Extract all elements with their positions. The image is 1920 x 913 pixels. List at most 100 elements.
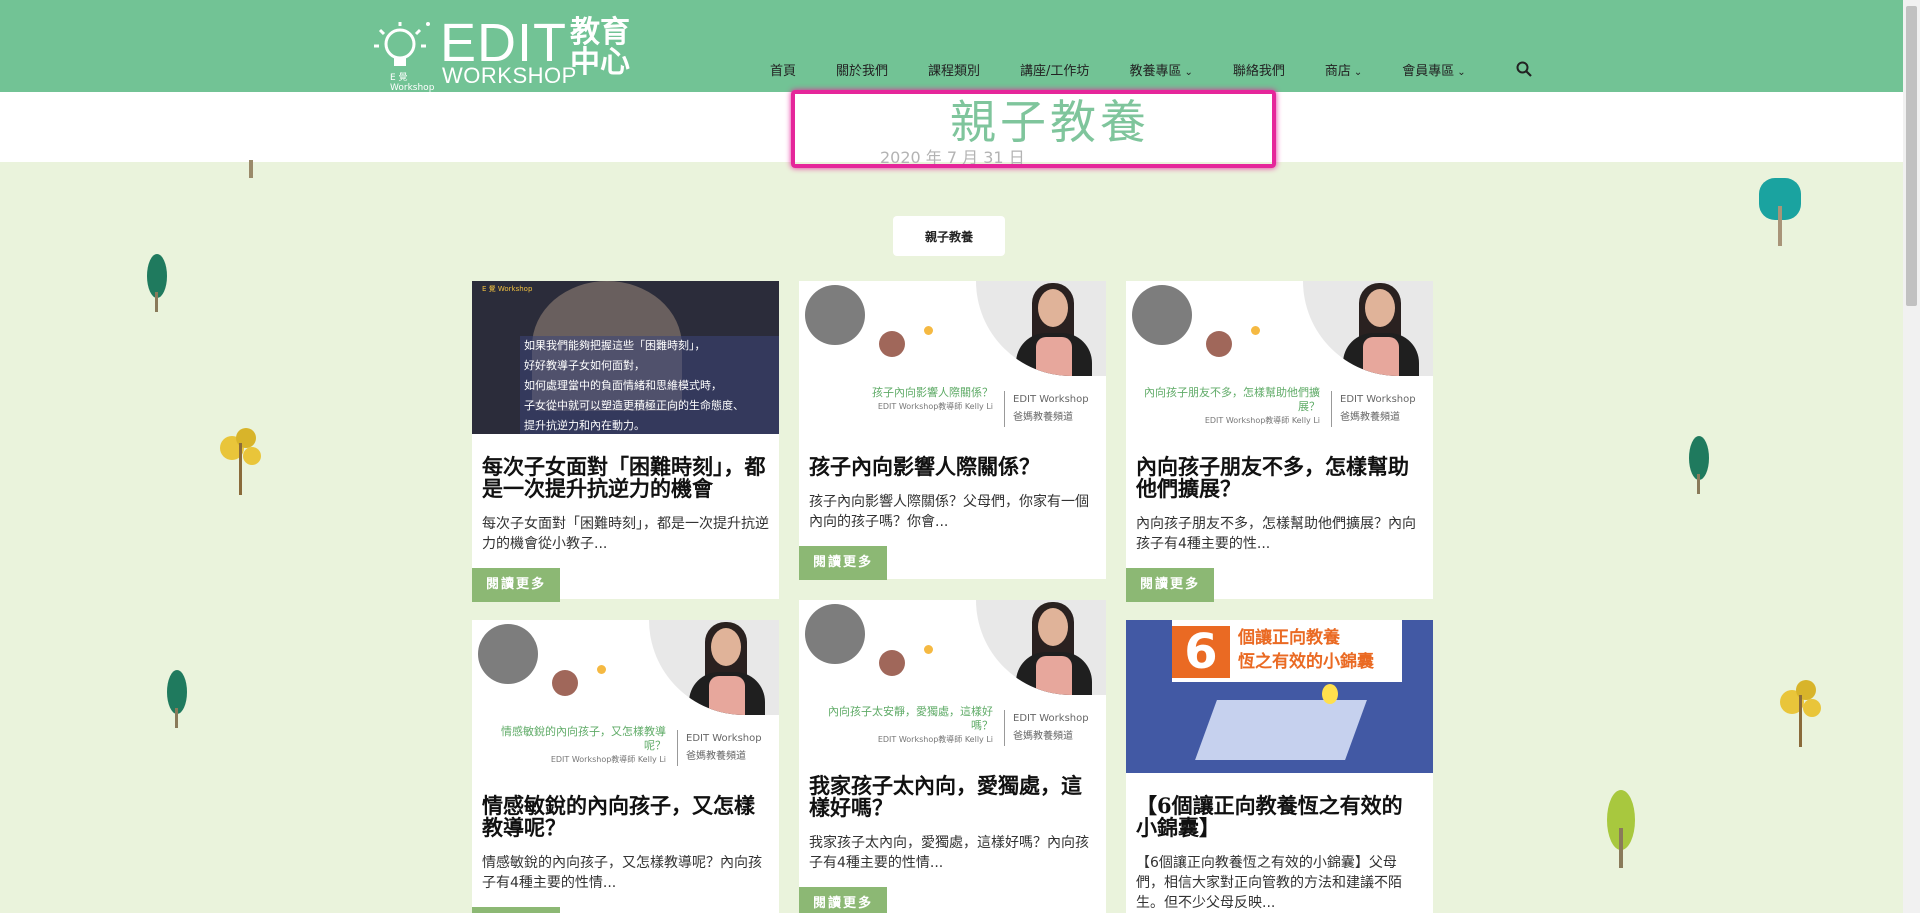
thumbnail-line: 如果我們能夠把握這些「困難時刻」， [524,339,706,352]
tree-icon [147,254,167,312]
read-more-button[interactable]: 閱讀更多 [1126,568,1215,602]
nav-workshops[interactable]: 講座/工作坊 [1020,60,1089,79]
nav-parenting[interactable]: 教養專區 ⌄ [1129,60,1192,79]
decor-circle [805,604,865,664]
nav-about-label: 關於我們 [836,64,889,79]
post-thumbnail[interactable]: 內向孩子太安靜，愛獨處，這樣好嗎？ EDIT Workshop教導師 Kelly … [799,600,1106,753]
lightbulb-icon [1322,684,1338,704]
thumbnail-text: 如果我們能夠把握這些「困難時刻」， 好好教導子女如何面對， 如何處理當中的負面情… [520,336,779,434]
post-excerpt: 情感敏銳的內向孩子，又怎樣教導呢？內向孩子有4種主要的性情... [482,855,762,891]
nav-shop[interactable]: 商店 ⌄ [1325,60,1362,79]
post-card: 6 個讓正向教養 恆之有效的小錦囊 【6個讓正向教養恆之有效的小錦囊】 【6個讓正… [1126,620,1433,913]
post-card: 情感敏銳的內向孩子，又怎樣教導呢？ EDIT Workshop教導師 Kelly … [472,620,779,913]
tree-icon [167,670,187,728]
nav-about[interactable]: 關於我們 [836,60,888,79]
decor-circle [1251,326,1260,335]
thumbnail-brand: EDIT Workshop 爸媽教養頻道 [1004,391,1089,427]
post-thumbnail[interactable]: 情感敏銳的內向孩子，又怎樣教導呢？ EDIT Workshop教導師 Kelly … [472,620,779,773]
read-more-button[interactable]: 閱讀更多 [799,887,888,913]
tree-icon [220,428,261,495]
presenter-photo [649,620,779,715]
post-title[interactable]: 內向孩子朋友不多，怎樣幫助他們擴展？ [1126,456,1433,500]
presenter-photo [1303,281,1433,376]
thumbnail-brand: EDIT Workshop 爸媽教養頻道 [1331,391,1416,427]
category-chip[interactable]: 親子教養 [893,216,1005,256]
thumbnail-line: 子女從中就可以塑造更積極正向的生命態度、 [524,399,744,412]
post-excerpt: 內向孩子朋友不多，怎樣幫助他們擴展？內向孩子有4種主要的性... [1136,516,1416,552]
chevron-down-icon: ⌄ [1457,67,1466,78]
search-icon[interactable] [1516,61,1532,77]
decor-circle [1132,285,1192,345]
decor-circle [924,326,933,335]
logo-workshop-text: WORKSHOP [442,63,577,88]
logo-small-text: E 覺 Workshop [390,73,435,93]
post-excerpt: 每次子女面對「困難時刻」，都是一次提升抗逆力的機會從小教子... [482,516,769,552]
read-more-button[interactable]: 閱讀更多 [472,568,561,602]
read-more-button[interactable]: 閱讀更多 [799,546,888,580]
decor-circle [1206,331,1232,357]
decor-circle [478,624,538,684]
thumbnail-brand: EDIT Workshop 爸媽教養頻道 [677,730,762,766]
thumbnail-title: 內向孩子太安靜，愛獨處，這樣好嗎？ EDIT Workshop教導師 Kelly … [828,705,993,744]
nav-courses-label: 課程類別 [928,64,981,79]
post-thumbnail[interactable]: 孩子內向影響人際關係？ EDIT Workshop教導師 Kelly Li EDI… [799,281,1106,434]
nav-parenting-label: 教養專區 [1129,64,1182,79]
site-header: E 覺 Workshop EDIT WORKSHOP 教育中心 首頁 關於我們 … [0,0,1903,93]
thumbnail-line: 提升抗逆力和內在動力。 [524,419,645,432]
post-title[interactable]: 孩子內向影響人際關係？ [799,456,1106,478]
post-excerpt: 【6個讓正向教養恆之有效的小錦囊】父母們，相信大家對正向管教的方法和建議不陌生。… [1136,855,1402,911]
post-excerpt: 孩子內向影響人際關係？父母們，你家有一個內向的孩子嗎？你會... [809,494,1089,530]
decor-circle [805,285,865,345]
decor-circle [597,665,606,674]
post-title[interactable]: 每次子女面對「困難時刻」，都是一次提升抗逆力的機會 [472,456,779,500]
thumbnail-title: 內向孩子朋友不多，怎樣幫助他們擴展？ EDIT Workshop教導師 Kelly… [1144,386,1320,425]
post-thumbnail[interactable]: 內向孩子朋友不多，怎樣幫助他們擴展？ EDIT Workshop教導師 Kelly… [1126,281,1433,434]
post-thumbnail[interactable]: E 覺 Workshop 如果我們能夠把握這些「困難時刻」， 好好教導子女如何面… [472,281,779,434]
presenter-photo [976,281,1106,376]
nav-members[interactable]: 會員專區 ⌄ [1402,60,1465,79]
tree-icon [1607,790,1635,868]
main-nav: 首頁 關於我們 課程類別 講座/工作坊 教養專區 ⌄ 聯絡我們 商店 ⌄ 會員專區 ⌄ [770,60,1506,79]
highlight-box [791,90,1276,168]
nav-shop-label: 商店 [1324,64,1351,79]
chevron-down-icon: ⌄ [1353,67,1363,78]
tree-icon [1759,178,1801,246]
thumbnail-brand: E 覺 Workshop [482,285,533,293]
thumbnail-line: 如何處理當中的負面情緒和思維模式時， [524,379,722,392]
thumbnail-text: 個讓正向教養 恆之有效的小錦囊 [1238,628,1374,672]
thumbnail-number: 6 [1172,626,1230,678]
maze-illustration [1195,700,1367,760]
post-title[interactable]: 我家孩子太內向，愛獨處，這樣好嗎？ [799,775,1106,819]
thumbnail-line: 好好教導子女如何面對， [524,359,645,372]
post-title[interactable]: 情感敏銳的內向孩子，又怎樣教導呢？ [472,795,779,839]
tree-icon [1689,436,1709,494]
nav-contact[interactable]: 聯絡我們 [1233,60,1285,79]
thumbnail-title: 情感敏銳的內向孩子，又怎樣教導呢？ EDIT Workshop教導師 Kelly … [501,725,666,764]
decor-circle [879,331,905,357]
scrollbar-track[interactable] [1903,0,1920,913]
nav-workshops-label: 講座/工作坊 [1020,64,1090,79]
decor-circle [879,650,905,676]
nav-home-label: 首頁 [770,64,797,79]
thumbnail-brand: EDIT Workshop 爸媽教養頻道 [1004,710,1089,746]
nav-home[interactable]: 首頁 [770,60,796,79]
read-more-button[interactable]: 閱讀更多 [472,907,561,913]
post-card: E 覺 Workshop 如果我們能夠把握這些「困難時刻」， 好好教導子女如何面… [472,281,779,602]
logo-edit-text: EDIT [440,13,568,73]
nav-contact-label: 聯絡我們 [1232,64,1285,79]
decor-circle [552,670,578,696]
post-excerpt: 我家孩子太內向，愛獨處，這樣好嗎？內向孩子有4種主要的性情... [809,835,1089,871]
chevron-down-icon: ⌄ [1184,67,1193,78]
post-title[interactable]: 【6個讓正向教養恆之有效的小錦囊】 [1126,795,1433,839]
post-thumbnail[interactable]: 6 個讓正向教養 恆之有效的小錦囊 [1126,620,1433,773]
tree-icon [1780,680,1821,747]
nav-members-label: 會員專區 [1402,64,1455,79]
nav-courses[interactable]: 課程類別 [928,60,980,79]
thumbnail-title: 孩子內向影響人際關係？ EDIT Workshop教導師 Kelly Li [872,386,993,411]
scrollbar-thumb[interactable] [1906,6,1917,306]
post-card: 內向孩子朋友不多，怎樣幫助他們擴展？ EDIT Workshop教導師 Kelly… [1126,281,1433,602]
decor-circle [924,645,933,654]
site-logo[interactable]: E 覺 Workshop EDIT WORKSHOP 教育中心 [370,16,630,93]
logo-chinese-text: 教育中心 [570,15,630,80]
tree-icon [249,160,253,178]
